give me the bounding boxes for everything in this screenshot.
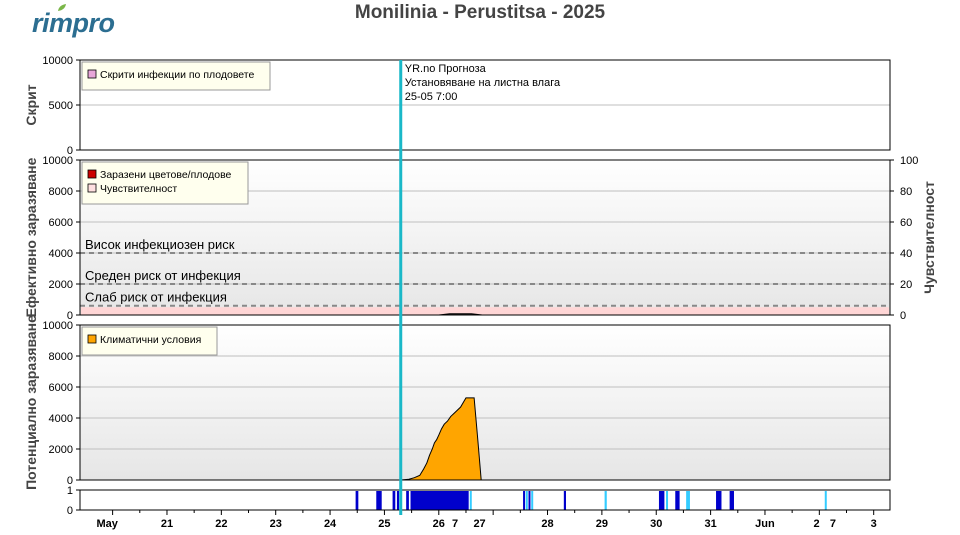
y-tick-right-label: 100 — [900, 155, 918, 167]
wetness-bar — [666, 491, 669, 510]
y-tick-label: 4000 — [49, 413, 73, 425]
y-tick-label: 2000 — [49, 444, 73, 456]
y-tick-right-label: 60 — [900, 217, 912, 229]
x-tick-label: 30 — [650, 518, 662, 530]
wetness-bar — [355, 491, 359, 510]
wetness-bar — [675, 491, 680, 510]
y-tick-label: 8000 — [49, 351, 73, 363]
y-tick-label: 6000 — [49, 217, 73, 229]
y-axis-label: Потенциално заразяване — [23, 315, 39, 490]
x-tick-label: 27 — [473, 518, 485, 530]
y-tick-label: 10000 — [42, 55, 73, 67]
panel-potential: 0200040006000800010000Климатични условия… — [23, 315, 891, 490]
x-tick-label: 3 — [871, 518, 877, 530]
wetness-bar — [396, 491, 400, 510]
y-tick-label: 5000 — [49, 100, 73, 112]
x-tick-label: 22 — [215, 518, 227, 530]
legend-label: Заразени цветове/плодове — [100, 169, 232, 181]
y-tick-right-label: 40 — [900, 248, 912, 260]
wetness-bar — [525, 491, 528, 510]
x-tick-label: 2 — [814, 518, 820, 530]
wetness-bar — [376, 491, 382, 510]
wetness-bar — [604, 491, 607, 510]
wetness-bar — [469, 491, 472, 510]
y-axis-label-right: Чувствителност — [921, 181, 937, 294]
wetness-bar — [686, 491, 690, 510]
y-axis-label: Ефективно заразяване — [23, 157, 39, 317]
y-tick-right-label: 80 — [900, 186, 912, 198]
x-tick-label: 7 — [830, 518, 836, 530]
legend-label: Скрити инфекции по плодовете — [100, 69, 254, 81]
x-tick-label: 25 — [378, 518, 390, 530]
legend: Климатични условия — [81, 326, 218, 356]
x-tick-label: 26 — [433, 518, 445, 530]
x-tick-label: 29 — [596, 518, 608, 530]
x-axis: May 21 22 23 24 25 26 7 27 28 29 30 31 Jun 2 7 3 — [96, 510, 877, 530]
x-tick-label: 24 — [324, 518, 337, 530]
x-tick-label: 7 — [452, 518, 458, 530]
threshold-label: Слаб риск от инфекция — [85, 290, 227, 305]
legend-swatch — [87, 69, 97, 79]
legend-label: Климатични условия — [100, 334, 201, 346]
legend: Заразени цветове/плодове Чувствителност — [81, 161, 249, 205]
x-tick-label: 31 — [704, 518, 716, 530]
y-tick-label: 1 — [67, 485, 73, 497]
y-tick-label: 0 — [67, 505, 73, 517]
panel-wetness: 01 — [67, 485, 891, 517]
x-tick-label: 28 — [541, 518, 553, 530]
x-tick-label: May — [96, 518, 118, 530]
y-axis-label: Скрит — [23, 84, 39, 125]
wetness-bar — [528, 491, 531, 510]
x-tick-label: 21 — [161, 518, 173, 530]
wetness-bar — [716, 491, 722, 510]
wetness-bar — [658, 491, 665, 510]
legend-swatch — [87, 183, 97, 193]
sensitivity-band — [81, 307, 889, 315]
threshold-label: Висок инфекциозен риск — [85, 237, 235, 252]
forecast-annotation: 25-05 7:00 — [405, 91, 458, 103]
legend-swatch — [87, 169, 97, 179]
legend-swatch — [87, 334, 97, 344]
y-tick-right-label: 0 — [900, 310, 906, 322]
y-tick-label: 6000 — [49, 382, 73, 394]
legend-label: Чувствителност — [100, 183, 177, 195]
y-tick-label: 2000 — [49, 279, 73, 291]
wetness-bar — [824, 491, 827, 510]
monilinia-chart: 0 5000 10000 Скрити инфекции по плодовете Ск… — [23, 55, 937, 530]
wetness-bar — [563, 491, 566, 510]
y-tick-label: 10000 — [42, 155, 73, 167]
y-tick-label: 10000 — [42, 320, 73, 332]
wetness-bar — [523, 491, 526, 510]
panel-background — [80, 490, 890, 510]
x-tick-label: Jun — [755, 518, 775, 530]
x-tick-label: 23 — [270, 518, 282, 530]
y-tick-label: 8000 — [49, 186, 73, 198]
forecast-annotation: YR.no Прогноза — [405, 63, 487, 75]
wetness-bar — [392, 491, 396, 510]
legend: Скрити инфекции по плодовете — [81, 61, 271, 91]
wetness-bar — [531, 491, 534, 510]
wetness-bar — [406, 491, 409, 510]
wetness-bar — [410, 491, 469, 510]
panel-effective: 0200040006000800010000020406080100Висок … — [23, 155, 937, 322]
forecast-annotation: Установяване на листна влага — [405, 77, 561, 89]
threshold-label: Среден риск от инфекция — [85, 268, 241, 283]
y-tick-label: 4000 — [49, 248, 73, 260]
wetness-bar — [729, 491, 734, 510]
y-tick-right-label: 20 — [900, 279, 912, 291]
